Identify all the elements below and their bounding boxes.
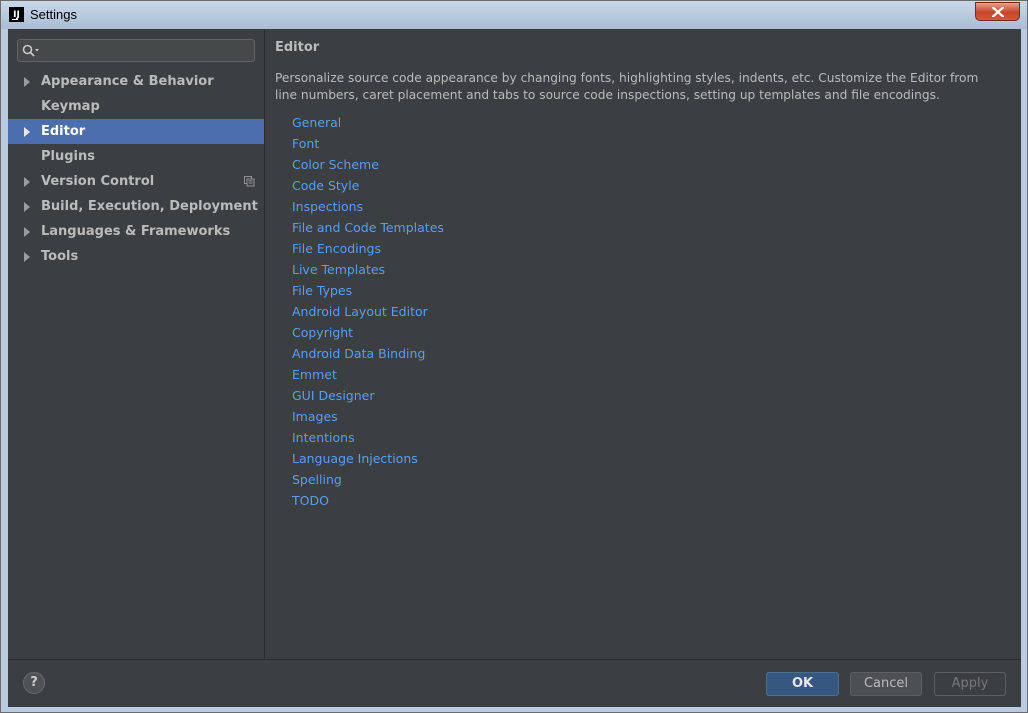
sidebar-item-label: Appearance & Behavior (41, 74, 214, 89)
link-language-injections[interactable]: Language Injections (292, 449, 444, 470)
apply-button[interactable]: Apply (934, 672, 1006, 696)
expand-arrow-icon[interactable] (24, 202, 30, 212)
sidebar-item-label: Version Control (41, 174, 155, 189)
expand-arrow-icon[interactable] (24, 252, 30, 262)
link-inspections[interactable]: Inspections (292, 197, 444, 218)
sidebar-item-label: Tools (41, 249, 79, 264)
link-gui-designer[interactable]: GUI Designer (292, 386, 444, 407)
link-file-types[interactable]: File Types (292, 281, 444, 302)
link-todo[interactable]: TODO (292, 491, 444, 512)
link-general[interactable]: General (292, 113, 444, 134)
sidebar-item-appearance-behavior[interactable]: Appearance & Behavior (8, 69, 264, 94)
sidebar-item-editor[interactable]: Editor (8, 119, 264, 144)
window-title: Settings (30, 7, 77, 22)
settings-window: IJ Settings Appearance & Behavior Keymap… (0, 0, 1028, 713)
page-title: Editor (275, 40, 320, 55)
intellij-app-icon: IJ (9, 7, 24, 22)
page-description: Personalize source code appearance by ch… (275, 71, 979, 102)
sidebar-item-build-execution-deployment[interactable]: Build, Execution, Deployment (8, 194, 264, 219)
expand-arrow-icon[interactable] (24, 77, 30, 87)
link-emmet[interactable]: Emmet (292, 365, 444, 386)
close-icon (992, 7, 1004, 17)
link-android-data-binding[interactable]: Android Data Binding (292, 344, 444, 365)
help-button[interactable]: ? (23, 672, 45, 694)
sidebar-item-version-control[interactable]: Version Control (8, 169, 264, 194)
expand-arrow-icon[interactable] (24, 177, 30, 187)
expand-arrow-icon[interactable] (24, 227, 30, 237)
editor-subsection-links: General Font Color Scheme Code Style Ins… (292, 113, 444, 512)
settings-search-box[interactable] (17, 39, 255, 62)
ok-button[interactable]: OK (766, 672, 839, 696)
sidebar-item-plugins[interactable]: Plugins (8, 144, 264, 169)
link-live-templates[interactable]: Live Templates (292, 260, 444, 281)
link-font[interactable]: Font (292, 134, 444, 155)
copy-icon (244, 176, 255, 187)
sidebar-item-label: Editor (41, 124, 86, 139)
link-code-style[interactable]: Code Style (292, 176, 444, 197)
link-file-and-code-templates[interactable]: File and Code Templates (292, 218, 444, 239)
sidebar-item-label: Build, Execution, Deployment (41, 199, 258, 214)
sidebar-item-languages-frameworks[interactable]: Languages & Frameworks (8, 219, 264, 244)
dialog-body: Appearance & Behavior Keymap Editor Plug… (8, 29, 1021, 707)
link-color-scheme[interactable]: Color Scheme (292, 155, 444, 176)
settings-sidebar: Appearance & Behavior Keymap Editor Plug… (8, 29, 265, 659)
cancel-button[interactable]: Cancel (850, 672, 922, 696)
title-bar[interactable]: IJ Settings (1, 1, 1027, 29)
sidebar-item-tools[interactable]: Tools (8, 244, 264, 269)
sidebar-item-label: Plugins (41, 149, 95, 164)
close-window-button[interactable] (975, 2, 1020, 21)
search-input[interactable] (42, 42, 251, 61)
settings-tree: Appearance & Behavior Keymap Editor Plug… (8, 69, 264, 269)
search-icon[interactable] (22, 44, 40, 58)
sidebar-item-keymap[interactable]: Keymap (8, 94, 264, 119)
expand-arrow-icon[interactable] (24, 127, 30, 137)
link-spelling[interactable]: Spelling (292, 470, 444, 491)
link-file-encodings[interactable]: File Encodings (292, 239, 444, 260)
settings-content-panel: Editor Personalize source code appearanc… (265, 29, 1021, 659)
sidebar-item-label: Keymap (41, 99, 100, 114)
sidebar-item-label: Languages & Frameworks (41, 224, 231, 239)
link-images[interactable]: Images (292, 407, 444, 428)
dialog-footer: ? OK Cancel Apply (8, 659, 1021, 707)
link-intentions[interactable]: Intentions (292, 428, 444, 449)
link-copyright[interactable]: Copyright (292, 323, 444, 344)
link-android-layout-editor[interactable]: Android Layout Editor (292, 302, 444, 323)
